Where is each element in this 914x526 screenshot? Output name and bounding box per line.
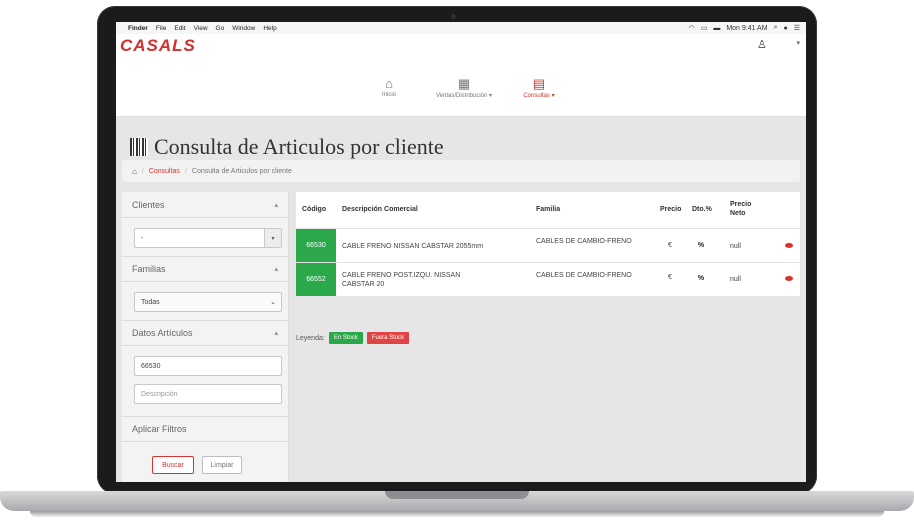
nav-inicio[interactable]: ⌂ Inicio xyxy=(374,76,404,98)
menu-help[interactable]: Help xyxy=(263,25,276,32)
col-dto[interactable]: Dto.% xyxy=(692,206,712,213)
view-eye-icon[interactable] xyxy=(785,243,793,248)
view-eye-icon[interactable] xyxy=(785,276,793,281)
section-clientes-label: Clientes xyxy=(132,199,165,210)
menu-window[interactable]: Window xyxy=(232,25,255,32)
codigo-input[interactable]: 66530 xyxy=(134,356,282,376)
siri-icon[interactable]: ● xyxy=(783,25,787,32)
table-row[interactable]: 66530 CABLE FRENO NISSAN CABSTAR 2055mm … xyxy=(296,228,800,262)
row-family: CABLES DE CAMBIO-FRENO xyxy=(536,272,632,279)
main-nav: ⌂ Inicio ▦ Ventas/Distribución ▾ ▤ Consu… xyxy=(116,72,806,117)
clock[interactable]: Mon 9:41 AM xyxy=(726,25,767,32)
app-header: CASALS ♙ ▾ xyxy=(116,34,806,73)
menu-view[interactable]: View xyxy=(194,25,208,32)
legend-in-stock: En Stock xyxy=(328,332,363,344)
row-neto: null xyxy=(730,276,741,283)
breadcrumb-current: Consulta de Articulos por cliente xyxy=(191,167,292,175)
chevron-up-icon: ▴ xyxy=(274,330,278,337)
chevron-down-icon: ⌄ xyxy=(270,299,276,306)
legend: Leyenda: En Stock Fuera Stock xyxy=(296,332,410,344)
descripcion-input[interactable]: Descripción xyxy=(134,384,282,404)
filter-panel: Clientes ▴ - ▾ Familias ▴ Todas ⌄ Datos … xyxy=(122,192,289,482)
row-description: CABLE FRENO POST.IZQU. NISSAN CABSTAR 20 xyxy=(342,272,461,288)
spotlight-icon[interactable]: ⌕ xyxy=(774,24,778,32)
camera xyxy=(451,14,456,19)
section-familias-label: Familias xyxy=(132,264,166,274)
row-family: CABLES DE CAMBIO-FRENO xyxy=(536,238,632,245)
menu-file[interactable]: File xyxy=(156,25,166,32)
laptop-notch xyxy=(385,491,529,499)
discount-icon[interactable]: % xyxy=(694,271,708,285)
casals-logo[interactable]: CASALS xyxy=(120,36,196,56)
section-aplicar-filtros[interactable]: Aplicar Filtros xyxy=(122,416,288,442)
breadcrumb-consultas[interactable]: Consultas xyxy=(149,168,180,175)
table-row[interactable]: 66552 CABLE FRENO POST.IZQU. NISSAN CABS… xyxy=(296,262,800,297)
barcode-icon: ▤ xyxy=(532,76,546,91)
results-area: Código Descripción Comercial Familia Pre… xyxy=(296,192,800,482)
dropdown-arrow-icon[interactable]: ▾ xyxy=(264,229,281,247)
stock-code-badge: 66530 xyxy=(296,229,336,262)
macos-menubar: Finder File Edit View Go Window Help ◠ ▭… xyxy=(116,22,806,34)
familias-select[interactable]: Todas ⌄ xyxy=(134,292,282,312)
battery-icon[interactable]: ▬ xyxy=(713,25,720,32)
section-clientes[interactable]: Clientes ▴ xyxy=(122,192,288,218)
row-description: CABLE FRENO NISSAN CABSTAR 2055mm xyxy=(342,243,484,250)
discount-icon[interactable]: % xyxy=(694,238,708,252)
section-datos-label: Datos Artículos xyxy=(132,328,193,338)
buscar-button[interactable]: Buscar xyxy=(152,456,194,474)
row-price: € xyxy=(668,274,672,281)
table-header: Código Descripción Comercial Familia Pre… xyxy=(296,192,800,228)
breadcrumb-separator: / xyxy=(184,167,187,175)
menu-finder[interactable]: Finder xyxy=(128,25,148,32)
clientes-select[interactable]: - ▾ xyxy=(134,228,282,248)
page-title-text: Consulta de Articulos por cliente xyxy=(154,134,444,159)
screen: Finder File Edit View Go Window Help ◠ ▭… xyxy=(116,22,806,482)
nav-inicio-label: Inicio xyxy=(381,92,396,98)
menu-edit[interactable]: Edit xyxy=(174,25,185,32)
notification-center-icon[interactable]: ☰ xyxy=(794,24,800,32)
nav-ventas-label: Ventas/Distribución ▾ xyxy=(435,93,493,99)
row-price: € xyxy=(668,242,672,249)
laptop-shadow xyxy=(30,511,884,517)
section-familias[interactable]: Familias ▴ xyxy=(122,256,288,282)
chevron-up-icon: ▴ xyxy=(274,201,278,209)
breadcrumb: ⌂ / Consultas / Consulta de Articulos po… xyxy=(122,160,800,182)
airplay-icon[interactable]: ▭ xyxy=(701,24,708,32)
nav-ventas-distribucion[interactable]: ▦ Ventas/Distribución ▾ xyxy=(424,76,504,99)
legend-out-stock: Fuera Stock xyxy=(366,332,410,344)
breadcrumb-separator: / xyxy=(141,167,144,175)
col-precio[interactable]: Precio xyxy=(660,206,681,213)
clientes-select-value: - xyxy=(141,234,144,242)
codigo-input-value: 66530 xyxy=(141,362,161,370)
stock-code-badge: 66552 xyxy=(296,263,336,296)
section-datos-articulos[interactable]: Datos Artículos ▴ xyxy=(122,320,288,346)
nav-consultas-label: Consultas ▾ xyxy=(523,93,555,99)
page-title: Consulta de Articulos por cliente xyxy=(130,134,444,160)
col-familia[interactable]: Familia xyxy=(536,206,560,213)
descripcion-input-placeholder: Descripción xyxy=(141,390,178,398)
col-precio-neto[interactable]: Precio Neto xyxy=(730,200,756,218)
col-codigo[interactable]: Código xyxy=(302,206,326,213)
limpiar-button[interactable]: Limpiar xyxy=(202,456,242,474)
home-icon: ⌂ xyxy=(385,76,393,91)
wifi-icon[interactable]: ◠ xyxy=(689,24,695,32)
col-descripcion[interactable]: Descripción Comercial xyxy=(342,206,418,213)
breadcrumb-home-icon[interactable]: ⌂ xyxy=(132,167,137,176)
legend-label: Leyenda: xyxy=(296,334,325,342)
user-menu-caret-icon[interactable]: ▾ xyxy=(796,39,800,47)
chevron-up-icon: ▴ xyxy=(274,266,278,273)
barcode-title-icon xyxy=(130,138,148,156)
user-avatar-icon[interactable]: ♙ xyxy=(757,38,771,52)
table-icon: ▦ xyxy=(457,76,471,91)
nav-consultas[interactable]: ▤ Consultas ▾ xyxy=(514,76,564,99)
aplicar-filtros-label: Aplicar Filtros xyxy=(132,424,187,434)
row-neto: null xyxy=(730,243,741,250)
menu-go[interactable]: Go xyxy=(216,25,225,32)
familias-select-value: Todas xyxy=(141,298,160,306)
